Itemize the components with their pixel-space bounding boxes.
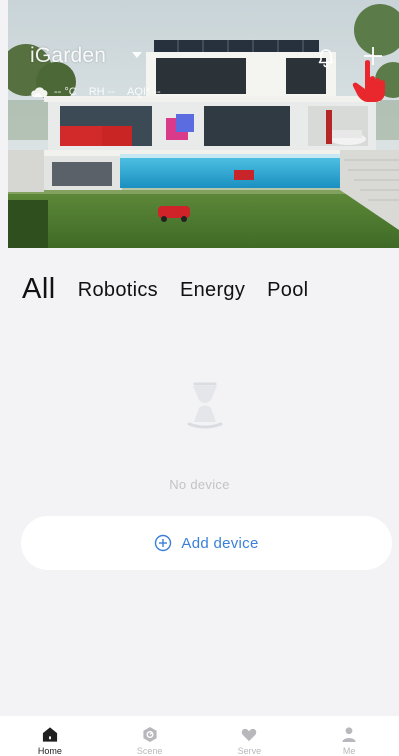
- add-device-button[interactable]: Add device: [21, 516, 392, 570]
- tab-robotics[interactable]: Robotics: [78, 279, 158, 306]
- plus-circle-icon: [155, 534, 172, 552]
- nav-serve-label: Serve: [237, 746, 262, 756]
- tab-pool[interactable]: Pool: [267, 279, 308, 306]
- hero-banner: iGarden -- °C RH -- AQI* --: [8, 0, 399, 248]
- home-icon: [42, 727, 57, 742]
- person-icon: [342, 727, 356, 743]
- nav-scene-label: Scene: [136, 746, 163, 756]
- empty-box-icon: [187, 382, 223, 429]
- cloud-icon: [31, 87, 48, 97]
- temperature-value: -- °C: [54, 86, 77, 98]
- nav-me-label: Me: [342, 746, 356, 756]
- add-device-label: Add device: [181, 534, 259, 552]
- nav-me[interactable]: Me: [299, 716, 399, 756]
- nav-home[interactable]: Home: [0, 716, 100, 756]
- empty-state-message: No device: [169, 477, 230, 492]
- bell-icon[interactable]: [317, 48, 335, 68]
- nav-serve[interactable]: Serve: [200, 716, 300, 756]
- tab-all[interactable]: All: [22, 273, 56, 306]
- nav-home-label: Home: [37, 746, 62, 756]
- home-name[interactable]: iGarden: [30, 44, 106, 68]
- bottom-navigation: Home Scene Serve Me: [0, 716, 399, 756]
- scene-icon: [143, 726, 157, 743]
- category-tabs: All Robotics Energy Pool: [22, 266, 382, 306]
- heart-icon: [242, 728, 257, 742]
- aqi-value: AQI* --: [127, 86, 161, 98]
- tab-energy[interactable]: Energy: [180, 279, 245, 306]
- humidity-value: RH --: [88, 86, 116, 98]
- tap-hand-pointer-icon: [352, 60, 385, 102]
- nav-scene[interactable]: Scene: [100, 716, 200, 756]
- weather-bar: -- °C RH -- AQI* --: [30, 84, 173, 100]
- chevron-down-icon[interactable]: [132, 52, 142, 58]
